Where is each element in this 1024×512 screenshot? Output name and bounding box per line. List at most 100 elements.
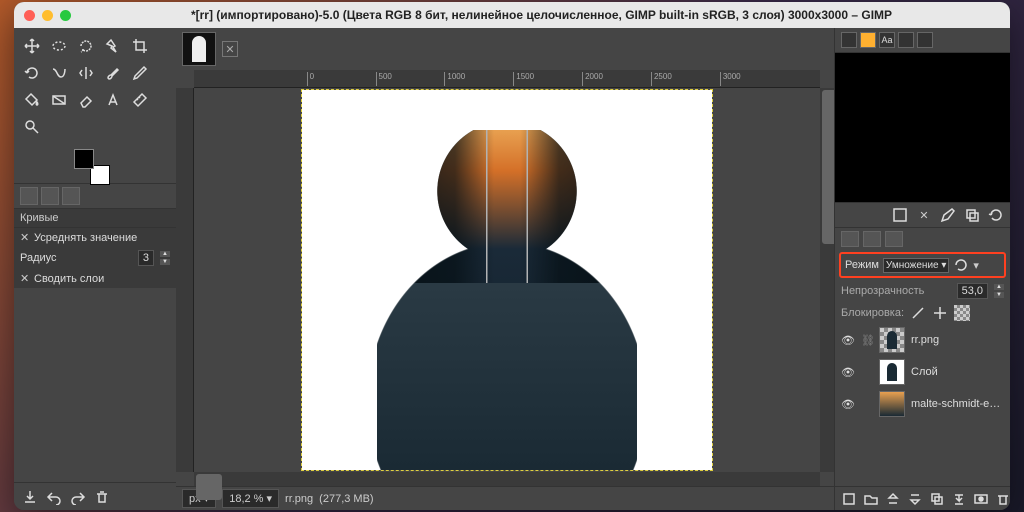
radius-label: Радиус [20,252,57,264]
fonts-tab-icon[interactable]: Aa [879,32,895,48]
status-filename: rr.png [285,493,313,505]
navigation-preview[interactable] [835,53,1010,203]
opacity-row: Непрозрачность 53,0 ▲▼ [835,280,1010,302]
lock-label: Блокировка: [841,307,904,319]
visibility-icon[interactable]: 👁 [841,398,855,411]
canvas-area[interactable] [194,88,820,472]
scrollbar-vertical[interactable] [820,88,834,472]
save-icon[interactable] [22,489,38,505]
app-window: *[rr] (импортировано)-5.0 (Цвета RGB 8 б… [14,2,1010,510]
artboard [302,90,712,470]
radius-row: Радиус 3 ▲▼ [14,247,176,269]
duplicate-icon[interactable] [964,207,980,223]
ellipse-select-icon[interactable] [47,34,71,58]
visibility-icon[interactable]: 👁 [841,366,855,379]
layer-name[interactable]: Слой [911,366,1004,378]
opacity-label: Непрозрачность [841,285,924,297]
app-body: Кривые ✕ Усреднять значение Радиус 3 ▲▼ … [14,28,1010,510]
layer-name[interactable]: rr.png [911,334,1004,346]
fuzzy-select-icon[interactable] [101,34,125,58]
blend-mode-select[interactable]: Умножение ▾ [883,258,949,273]
radius-stepper[interactable]: ▲▼ [160,250,170,266]
fg-color-icon[interactable] [74,149,94,169]
undo-history-tab-icon[interactable] [62,187,80,205]
text-icon[interactable] [101,88,125,112]
tool-option-tabs [14,183,176,209]
refresh-icon[interactable] [988,207,1004,223]
visibility-icon[interactable]: 👁 [841,334,855,347]
new-layer-icon[interactable] [841,491,857,507]
edit-brush-icon[interactable] [940,207,956,223]
toolbox [14,28,176,143]
color-swatch[interactable] [14,143,176,183]
patterns-tab-icon[interactable] [860,32,876,48]
chevron-down-icon[interactable]: ▾ [973,259,979,272]
zoom-selector[interactable]: 18,2 % ▾ [222,489,279,508]
mode-reset-icon[interactable] [953,257,969,273]
layers-tab-icon[interactable] [841,231,859,247]
layer-row[interactable]: 👁 Слой [835,356,1010,388]
image-tabs: ✕ [176,28,834,70]
rotate-icon[interactable] [20,61,44,85]
image-tab-thumbnail[interactable] [182,32,216,66]
lock-position-icon[interactable] [932,305,948,321]
paths-tab-icon[interactable] [885,231,903,247]
lock-pixels-icon[interactable] [910,305,926,321]
zoom-icon[interactable] [20,115,44,139]
paintbrush-icon[interactable] [101,61,125,85]
merge-down-icon[interactable] [951,491,967,507]
maximize-window-icon[interactable] [60,10,71,21]
warp-icon[interactable] [47,61,71,85]
lasso-icon[interactable] [74,34,98,58]
move-icon[interactable] [20,34,44,58]
flip-icon[interactable] [74,61,98,85]
measure-icon[interactable] [128,88,152,112]
mode-label: Режим [845,259,879,271]
delete-layer-icon[interactable] [995,491,1010,507]
paths-tab-icon[interactable] [917,32,933,48]
avg-values-label: Усреднять значение [34,232,137,244]
crop-icon[interactable] [128,34,152,58]
opacity-stepper[interactable]: ▲▼ [994,283,1004,299]
layer-row[interactable]: 👁 malte-schmidt-enGr5YbjQKQ-unsplash [835,388,1010,420]
link-icon[interactable]: ⛓ [861,334,873,347]
lower-layer-icon[interactable] [907,491,923,507]
pencil-icon[interactable] [128,61,152,85]
gradient-icon[interactable] [47,88,71,112]
new-group-icon[interactable] [863,491,879,507]
cityscape-layer [377,130,637,470]
opacity-value[interactable]: 53,0 [957,283,988,299]
tool-options-tab-icon[interactable] [20,187,38,205]
avg-values-row[interactable]: ✕ Усреднять значение [14,228,176,247]
redo-icon[interactable] [70,489,86,505]
preview-actions: ✕ [835,203,1010,228]
layer-row[interactable]: 👁 ⛓ rr.png [835,324,1010,356]
history-tab-icon[interactable] [898,32,914,48]
close-icon[interactable]: ✕ [916,207,932,223]
ruler-vertical[interactable] [176,88,194,472]
device-status-tab-icon[interactable] [41,187,59,205]
chevron-up-icon: ▲ [994,284,1004,290]
delete-icon[interactable] [94,489,110,505]
flatten-label: Сводить слои [34,273,104,285]
brushes-tab-icon[interactable] [841,32,857,48]
flatten-row[interactable]: ✕ Сводить слои [14,269,176,288]
layer-name[interactable]: malte-schmidt-enGr5YbjQKQ-unsplash [911,398,1004,410]
channels-tab-icon[interactable] [863,231,881,247]
minimize-window-icon[interactable] [42,10,53,21]
ruler-horizontal[interactable]: 0 500 1000 1500 2000 2500 3000 [194,70,820,88]
undo-icon[interactable] [46,489,62,505]
duplicate-layer-icon[interactable] [929,491,945,507]
close-icon[interactable]: ✕ [20,231,30,244]
bucket-fill-icon[interactable] [20,88,44,112]
scrollbar-horizontal[interactable] [194,472,820,486]
eraser-icon[interactable] [74,88,98,112]
mask-icon[interactable] [973,491,989,507]
raise-layer-icon[interactable] [885,491,901,507]
edit-icon[interactable] [892,207,908,223]
close-window-icon[interactable] [24,10,35,21]
close-icon[interactable]: ✕ [20,272,30,285]
lock-alpha-icon[interactable] [954,305,970,321]
close-tab-icon[interactable]: ✕ [222,41,238,57]
radius-value[interactable]: 3 [138,250,154,266]
